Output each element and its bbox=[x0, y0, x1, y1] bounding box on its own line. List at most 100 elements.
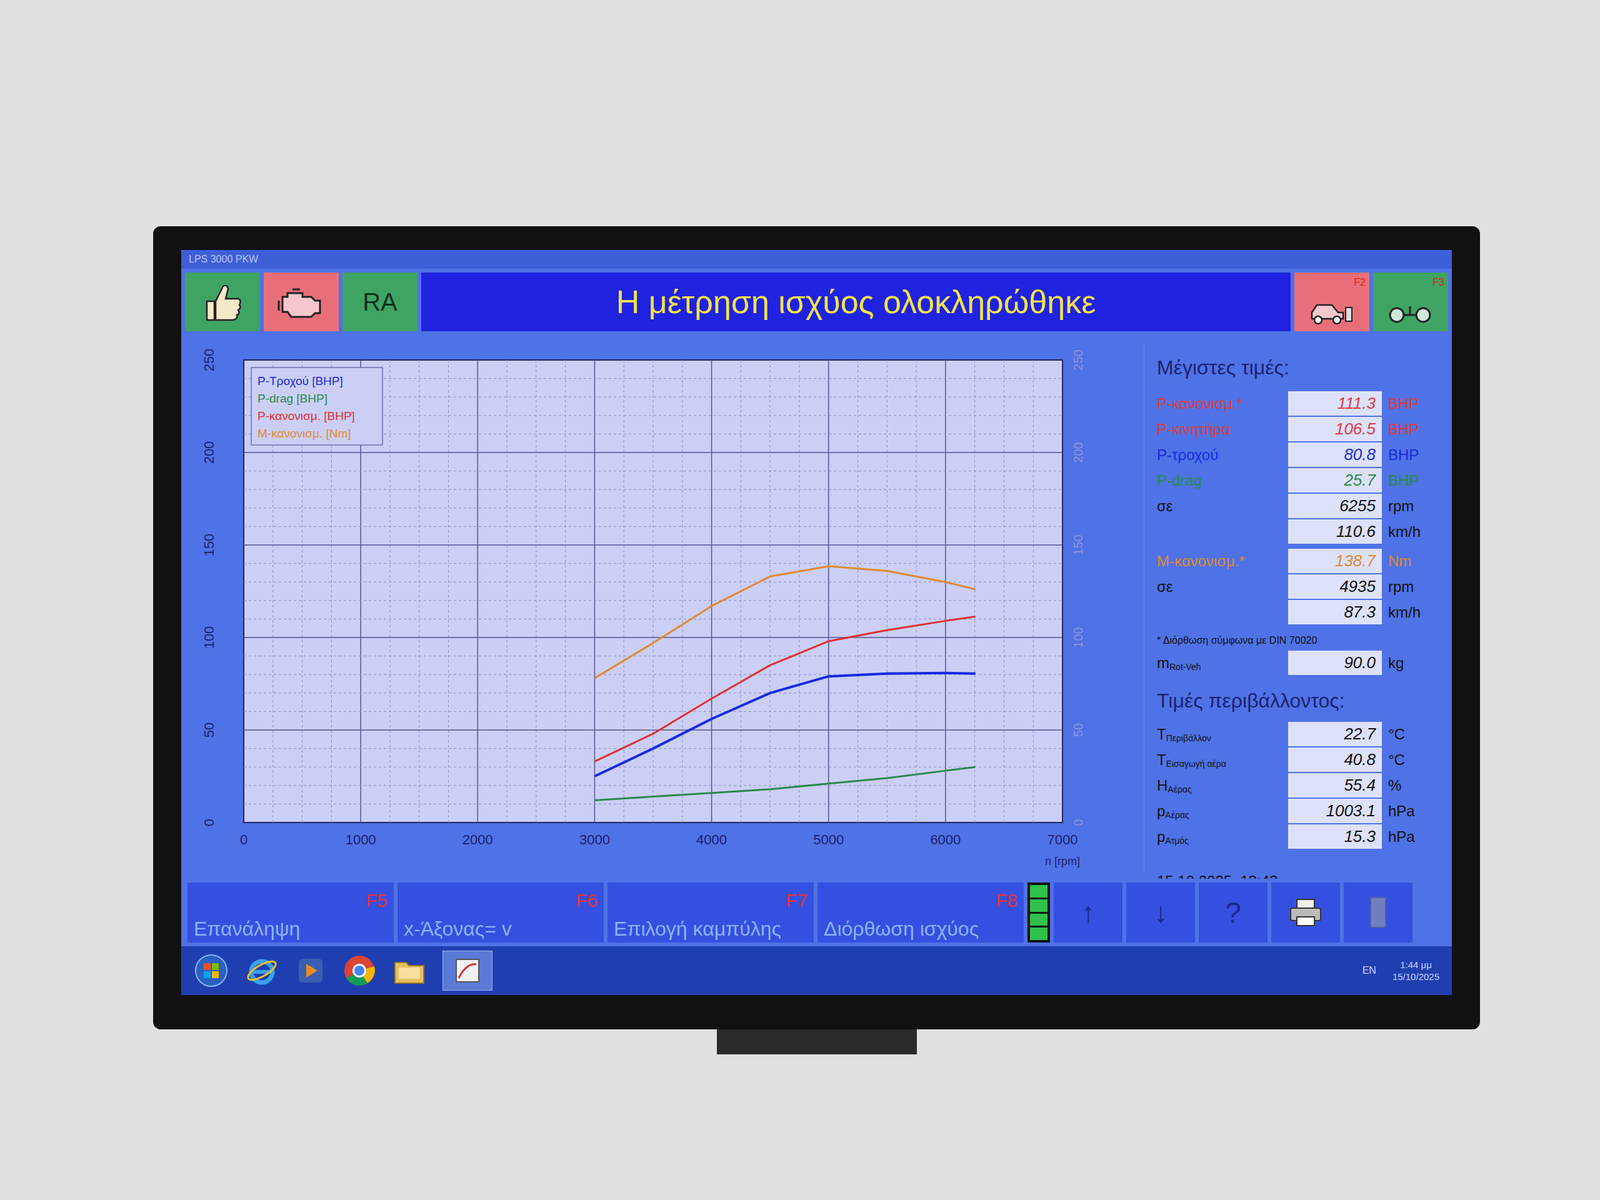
label-sub: Ατμός bbox=[1165, 835, 1189, 846]
row-label: P-τροχού bbox=[1156, 443, 1282, 467]
y-tick: 100 bbox=[201, 626, 217, 650]
ra-button[interactable]: RA bbox=[342, 272, 418, 332]
grid-line bbox=[653, 360, 654, 823]
row-unit: BHP bbox=[1388, 443, 1439, 467]
grid-line bbox=[243, 451, 1063, 454]
row-unit: % bbox=[1388, 774, 1439, 797]
max-value-row: 110.6km/h bbox=[1156, 519, 1446, 544]
function-key[interactable]: F7 Επιλογή καμπύλης bbox=[607, 882, 814, 943]
row-value: 22.7 bbox=[1288, 721, 1382, 747]
x-tick: 4000 bbox=[696, 831, 727, 848]
row-value: 138.7 bbox=[1288, 548, 1382, 574]
grid-line bbox=[535, 360, 537, 823]
grid-line bbox=[243, 489, 1063, 490]
row-unit: km/h bbox=[1388, 520, 1439, 544]
folder-icon bbox=[392, 955, 427, 987]
row-value: 111.3 bbox=[1288, 391, 1382, 416]
function-key[interactable]: F8Διόρθωση ισχύος bbox=[817, 882, 1024, 943]
ok-button[interactable] bbox=[185, 272, 260, 332]
exit-button[interactable] bbox=[1343, 882, 1413, 943]
legend-box bbox=[251, 367, 383, 445]
row-value: 4935 bbox=[1288, 574, 1382, 599]
nav-button-label: ? bbox=[1225, 891, 1242, 935]
row-label: P-drag bbox=[1156, 469, 1282, 492]
row-unit: BHP bbox=[1388, 469, 1439, 492]
grid-line bbox=[243, 507, 1063, 509]
row-unit: hPa bbox=[1388, 800, 1439, 823]
media-player-icon bbox=[295, 955, 327, 987]
monitor-stand-wrap bbox=[153, 1029, 1480, 1055]
values-panel: Μέγιστες τιμές:P-κανονισμ.*111.3BHPP-κιν… bbox=[1143, 341, 1446, 873]
grid-line bbox=[243, 711, 1063, 712]
row-unit: km/h bbox=[1388, 601, 1439, 624]
row-label: P-κανονισμ.* bbox=[1156, 392, 1282, 415]
status-banner: Η μέτρηση ισχύος ολοκληρώθηκε bbox=[421, 272, 1291, 332]
legend-item: P-Τροχού [BHP] bbox=[257, 374, 344, 388]
grid-line bbox=[389, 360, 390, 823]
indicator-segment bbox=[1030, 885, 1048, 898]
environment-row: pΑτμός15.3hPa bbox=[1156, 824, 1446, 849]
grid-line bbox=[243, 636, 1063, 639]
grid-line bbox=[1003, 360, 1005, 823]
grid-line bbox=[243, 785, 1063, 786]
grid-line bbox=[243, 544, 1063, 546]
plot-area bbox=[243, 360, 1063, 823]
door-icon bbox=[1365, 895, 1391, 930]
row-label: HΑέρας bbox=[1156, 774, 1282, 797]
environment-row: pΑέρας1003.1hPa bbox=[1156, 798, 1446, 824]
print-button[interactable] bbox=[1271, 882, 1340, 943]
row-value: 40.8 bbox=[1288, 747, 1382, 772]
nav-button[interactable]: ? bbox=[1198, 882, 1268, 943]
grid-line bbox=[623, 360, 625, 823]
max-value-row: P-κανονισμ.* 111.3 BHP bbox=[1156, 391, 1446, 416]
row-value: 6255 bbox=[1288, 493, 1382, 519]
y-tick-right: 200 bbox=[1071, 441, 1085, 463]
grid-line bbox=[711, 360, 713, 823]
grid-line bbox=[974, 360, 975, 823]
row-unit: rpm bbox=[1388, 575, 1439, 599]
max-values-list: M-κανονισμ.*138.7Nmσε4935rpm87.3km/h bbox=[1156, 548, 1446, 625]
series-group bbox=[594, 616, 975, 762]
label-sub: Rot-Veh bbox=[1169, 661, 1202, 672]
grid-line bbox=[828, 360, 830, 823]
function-key-label: Επιλογή καμπύλης bbox=[613, 918, 808, 939]
max-values-title: Μέγιστες τιμές: bbox=[1156, 352, 1446, 383]
lps-app-button[interactable] bbox=[442, 950, 493, 991]
grid-line bbox=[916, 360, 917, 823]
grid-line bbox=[886, 360, 888, 823]
environment-row: TΠεριβάλλον22.7°C bbox=[1156, 721, 1446, 747]
max-value-row: P-τροχού80.8BHP bbox=[1156, 442, 1446, 467]
label-sub: Εισαγωγή αέρα bbox=[1166, 758, 1227, 769]
engine-button[interactable] bbox=[263, 272, 339, 332]
grid-line bbox=[243, 692, 1063, 694]
y-tick: 250 bbox=[201, 348, 217, 372]
x-tick: 1000 bbox=[345, 831, 377, 848]
row-unit: BHP bbox=[1388, 392, 1439, 415]
nav-button[interactable]: ↑ bbox=[1053, 882, 1123, 943]
y-tick-right: 50 bbox=[1071, 723, 1085, 737]
label-main: H bbox=[1156, 776, 1168, 794]
row-value: 1003.1 bbox=[1288, 798, 1382, 824]
function-key[interactable]: F5Επανάληψη bbox=[187, 882, 394, 943]
function-key-button[interactable]: F2 bbox=[1294, 272, 1370, 332]
row-unit: Nm bbox=[1388, 550, 1439, 573]
max-value-row: σε4935rpm bbox=[1156, 574, 1446, 599]
grid-line bbox=[243, 526, 1063, 527]
language-indicator[interactable]: EN bbox=[1362, 963, 1377, 979]
grid-line bbox=[770, 360, 771, 823]
title-bar: LPS 3000 PKW bbox=[181, 250, 1452, 269]
nav-button[interactable]: ↓ bbox=[1126, 882, 1195, 943]
grid-line bbox=[243, 803, 1063, 805]
label-main: T bbox=[1156, 751, 1167, 769]
grid-line bbox=[857, 360, 859, 823]
row-unit: hPa bbox=[1388, 825, 1439, 849]
nav-button-label: ↑ bbox=[1081, 891, 1096, 935]
function-key-code: F7 bbox=[785, 886, 808, 915]
function-key[interactable]: F6x-Άξονας= v bbox=[397, 882, 604, 943]
y-tick-right: 250 bbox=[1071, 349, 1085, 370]
label-main: T bbox=[1156, 725, 1167, 743]
row-value: 90.0 bbox=[1288, 650, 1382, 675]
label-main: m bbox=[1156, 654, 1170, 672]
function-key-button[interactable]: F3 bbox=[1373, 272, 1449, 332]
function-key-code: F8 bbox=[995, 886, 1018, 915]
